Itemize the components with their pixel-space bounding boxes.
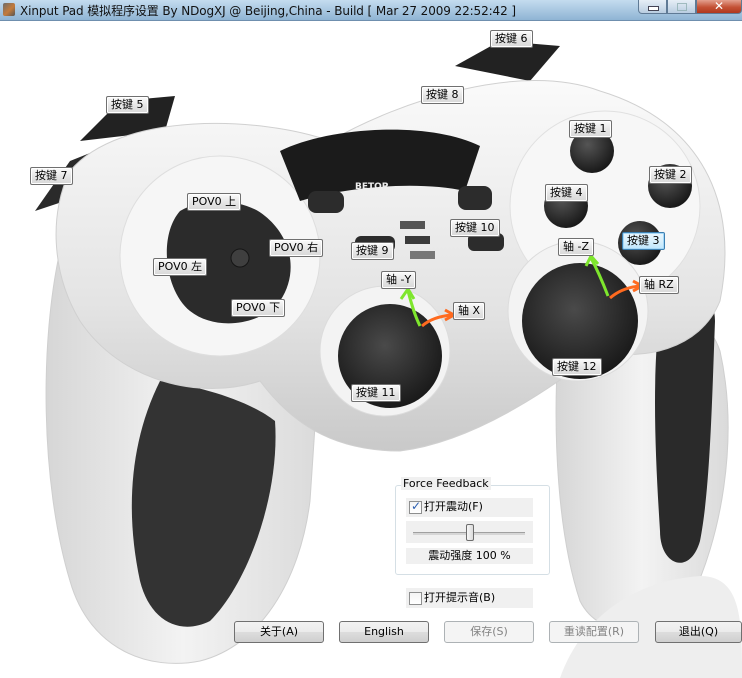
clear-button: [458, 186, 492, 210]
map-pov-up[interactable]: POV0 上: [187, 193, 242, 211]
led-turbo: [405, 236, 430, 244]
map-button-3[interactable]: 按键 3: [622, 232, 665, 250]
window-controls: ✕: [638, 0, 742, 14]
title-bar[interactable]: Xinput Pad 模拟程序设置 By NDogXJ @ Beijing,Ch…: [0, 0, 742, 21]
map-button-12[interactable]: 按键 12: [552, 358, 602, 376]
map-pov-down[interactable]: POV0 下: [231, 299, 286, 317]
about-button[interactable]: 关于(A): [234, 621, 324, 643]
vibration-checkbox-row[interactable]: ✓ 打开震动(F): [406, 498, 533, 517]
minimize-icon: [648, 6, 659, 11]
save-button[interactable]: 保存(S): [444, 621, 534, 643]
strength-readout: 震动强度 100 %: [428, 549, 511, 562]
map-axis-neg-y[interactable]: 轴 -Y: [381, 271, 417, 289]
minimize-button[interactable]: [638, 0, 667, 14]
maximize-button[interactable]: [667, 0, 696, 14]
dpad-center: [230, 248, 250, 268]
map-button-8[interactable]: 按键 8: [421, 86, 464, 104]
close-button[interactable]: ✕: [696, 0, 742, 14]
window-title: Xinput Pad 模拟程序设置 By NDogXJ @ Beijing,Ch…: [20, 4, 516, 18]
app-icon: [3, 3, 15, 16]
force-feedback-label: Force Feedback: [401, 477, 491, 490]
sound-hint-row[interactable]: 打开提示音(B): [406, 588, 533, 608]
map-button-4[interactable]: 按键 4: [545, 184, 588, 202]
strength-readout-bg: 震动强度 100 %: [406, 548, 533, 564]
gamepad-photo: BETOP: [35, 41, 742, 678]
map-axis-x[interactable]: 轴 X: [453, 302, 486, 320]
english-button[interactable]: English: [339, 621, 429, 643]
map-button-9[interactable]: 按键 9: [351, 242, 394, 260]
map-pov-left[interactable]: POV0 左: [153, 258, 208, 276]
strength-slider-thumb[interactable]: [466, 524, 474, 541]
map-axis-rz[interactable]: 轴 RZ: [639, 276, 679, 294]
reload-config-button[interactable]: 重读配置(R): [549, 621, 639, 643]
exit-button[interactable]: 退出(Q): [655, 621, 742, 643]
map-button-7[interactable]: 按键 7: [30, 167, 73, 185]
sound-hint-checkbox[interactable]: [409, 592, 422, 605]
gamepad-stage: BETOP: [0, 21, 742, 678]
map-axis-neg-z[interactable]: 轴 -Z: [558, 238, 595, 256]
map-button-2[interactable]: 按键 2: [649, 166, 692, 184]
sound-hint-label: 打开提示音(B): [424, 591, 496, 604]
map-button-11[interactable]: 按键 11: [351, 384, 401, 402]
map-button-6[interactable]: 按键 6: [490, 30, 533, 48]
turbo-button: [308, 191, 344, 213]
map-button-1[interactable]: 按键 1: [569, 120, 612, 138]
map-button-10[interactable]: 按键 10: [450, 219, 500, 237]
vibration-label: 打开震动(F): [424, 500, 483, 513]
map-button-5[interactable]: 按键 5: [106, 96, 149, 114]
check-icon: ✓: [411, 499, 422, 513]
led-power: [400, 221, 425, 229]
vibration-checkbox[interactable]: ✓: [409, 499, 422, 514]
maximize-icon: [677, 3, 687, 11]
map-pov-right[interactable]: POV0 右: [269, 239, 324, 257]
brand-logo: BETOP: [355, 182, 389, 192]
led-analog: [410, 251, 435, 259]
close-icon: ✕: [713, 0, 725, 13]
